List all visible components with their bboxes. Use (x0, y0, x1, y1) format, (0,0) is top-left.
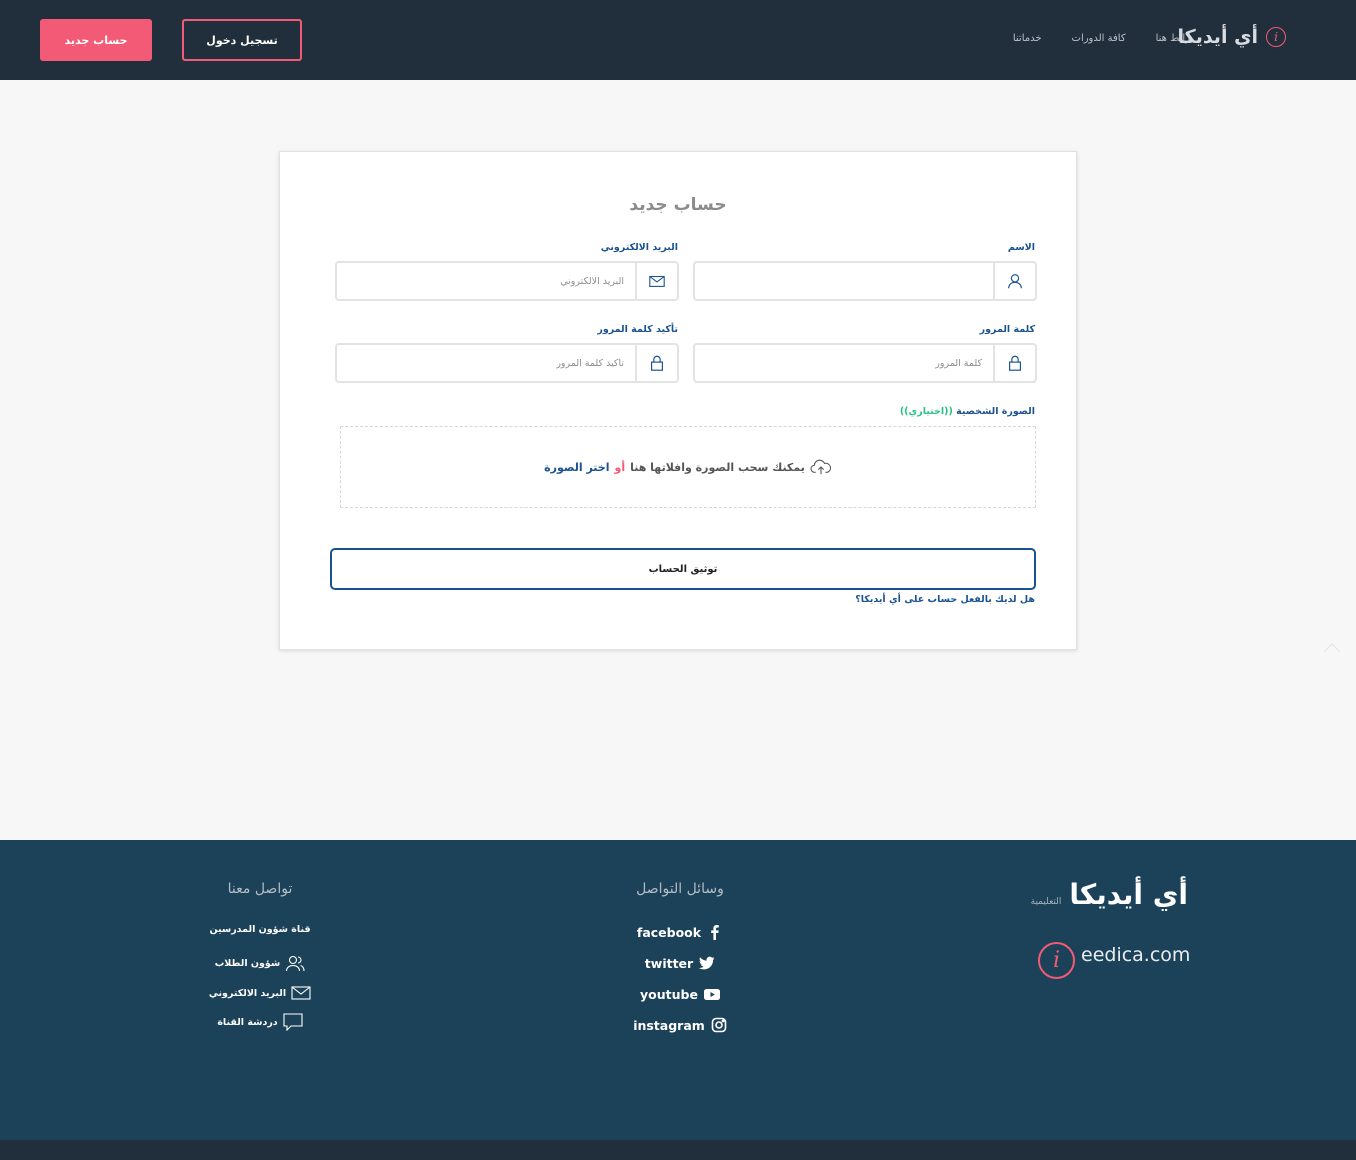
info-logo-icon: i (1266, 27, 1286, 47)
register-card: حساب جديد الاسم البريد الالكتروني كلمة ا… (279, 151, 1077, 650)
cloud-upload-icon (810, 459, 831, 475)
contact-heading: تواصل معنا (227, 881, 293, 897)
lock-icon (993, 345, 1035, 381)
photo-label-text: الصورة الشخصية (956, 406, 1035, 417)
confirm-password-label: تأكيد كلمة المرور (597, 324, 678, 335)
contact-channel-chat[interactable]: دردشة القناة (180, 1013, 340, 1031)
name-input[interactable] (695, 263, 993, 299)
social-twitter[interactable]: twitter (560, 955, 800, 971)
contact-students[interactable]: شؤون الطلاب (180, 954, 340, 972)
footer-brand-sub: التعليمية (1030, 897, 1062, 907)
instagram-icon (711, 1017, 727, 1033)
email-label: البريد الالكتروني (600, 242, 678, 253)
confirm-password-field (335, 343, 679, 383)
have-account-link[interactable]: هل لديك بالفعل حساب على أي أيديكا؟ (855, 594, 1035, 605)
nav-link-all-courses[interactable]: كافة الدورات (1072, 33, 1126, 44)
contact-email[interactable]: البريد الالكتروني (180, 984, 340, 1002)
brand[interactable]: i أي أيديكا (1178, 26, 1286, 48)
facebook-label: facebook (636, 924, 702, 940)
scroll-to-top-icon[interactable] (1322, 641, 1342, 655)
form-title: حساب جديد (629, 195, 727, 215)
register-button[interactable]: حساب جديد (40, 19, 152, 61)
name-field (693, 261, 1037, 301)
chat-bubble-icon (283, 1013, 303, 1031)
nav-link-services[interactable]: خدماتنا (1013, 33, 1042, 44)
contact-chat-label: دردشة القناة (217, 1016, 278, 1028)
contact-email-label: البريد الالكتروني (208, 987, 287, 999)
users-icon (286, 955, 305, 972)
dropzone-text: يمكنك سحب الصورة وافلاتها هنا (630, 460, 805, 474)
footer-brand-name: أي أيديكا (1069, 878, 1188, 911)
password-input[interactable] (695, 345, 993, 381)
footer-brand: أي أيديكا التعليمية (1031, 878, 1188, 911)
contact-teachers-channel[interactable]: قناة شؤون المدرسين (180, 924, 340, 935)
main-nav: رابط هنا كافة الدورات خدماتنا (1013, 33, 1190, 44)
social-youtube[interactable]: youtube (560, 986, 800, 1002)
photo-optional-note: ((اختياري)) (899, 406, 953, 417)
twitter-icon (699, 956, 715, 970)
login-button[interactable]: تسجيل دخول (182, 19, 302, 61)
email-input[interactable] (337, 263, 635, 299)
email-field (335, 261, 679, 301)
brand-name: أي أيديكا (1177, 26, 1258, 48)
social-heading: وسائل التواصل (636, 881, 724, 897)
contact-students-label: شؤون الطلاب (214, 957, 281, 969)
top-navbar: حساب جديد تسجيل دخول رابط هنا كافة الدور… (0, 0, 1356, 80)
instagram-label: instagram (633, 1017, 705, 1033)
facebook-icon (711, 925, 719, 940)
password-field (693, 343, 1037, 383)
social-instagram[interactable]: instagram (560, 1017, 800, 1033)
envelope-icon (635, 263, 677, 299)
youtube-icon (703, 989, 720, 1000)
name-label: الاسم (1007, 242, 1035, 253)
twitter-label: twitter (644, 955, 694, 971)
youtube-label: youtube (640, 986, 698, 1002)
verify-account-button[interactable]: توثيق الحساب (330, 548, 1036, 590)
photo-label: الصورة الشخصية ((اختياري)) (900, 406, 1035, 417)
lock-icon (635, 345, 677, 381)
photo-dropzone[interactable]: يمكنك سحب الصورة وافلاتها هنا أو اختر ال… (340, 426, 1036, 508)
password-label: كلمة المرور (979, 324, 1035, 335)
footer-info-logo-icon: i (1038, 942, 1075, 979)
footer-bottom-strip (0, 1140, 1356, 1160)
confirm-password-input[interactable] (337, 345, 635, 381)
choose-photo-link[interactable]: اختر الصورة (544, 461, 609, 474)
contact-teachers-label: قناة شؤون المدرسين (209, 924, 311, 935)
dropzone-or: أو (614, 460, 626, 474)
user-icon (993, 263, 1035, 299)
envelope-icon (291, 986, 311, 1000)
footer-domain: eedica.com (1081, 944, 1191, 966)
social-facebook[interactable]: facebook (560, 924, 800, 940)
